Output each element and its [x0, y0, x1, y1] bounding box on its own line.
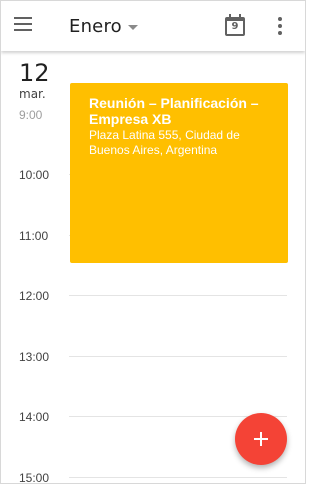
event-location: Plaza Latina 555, Ciudad de Buenos Aires…	[89, 128, 240, 157]
add-event-button[interactable]	[235, 413, 287, 465]
hour-gridline	[69, 477, 287, 478]
day-number[interactable]: 12	[19, 59, 50, 87]
time-label: 9:00	[19, 108, 43, 122]
hamburger-menu-icon[interactable]	[14, 17, 32, 31]
event-card[interactable]: Reunión – Planificación – Empresa XB Pla…	[70, 83, 288, 263]
day-weekday: mar.	[19, 87, 46, 101]
time-label: 12:00	[19, 289, 50, 303]
event-title: Reunión – Planificación – Empresa XB	[89, 95, 259, 127]
more-options-icon[interactable]	[278, 17, 282, 35]
time-label: 10:00	[19, 168, 50, 182]
today-date-number: 9	[231, 21, 239, 32]
hour-gridline	[69, 295, 287, 296]
hour-gridline	[69, 356, 287, 357]
dropdown-arrow-icon	[127, 24, 138, 30]
month-title: Enero	[69, 15, 122, 37]
time-label: 14:00	[19, 410, 50, 424]
time-label: 11:00	[19, 229, 49, 243]
time-label: 13:00	[19, 350, 50, 364]
time-label: 15:00	[19, 471, 50, 484]
calendar-app: Enero 9 12 mar. 9:00 10:00 11:00 12:00 1…	[0, 0, 306, 484]
app-bar: Enero 9	[1, 1, 305, 51]
today-button[interactable]: 9	[225, 14, 245, 36]
month-selector[interactable]: Enero	[69, 13, 138, 39]
